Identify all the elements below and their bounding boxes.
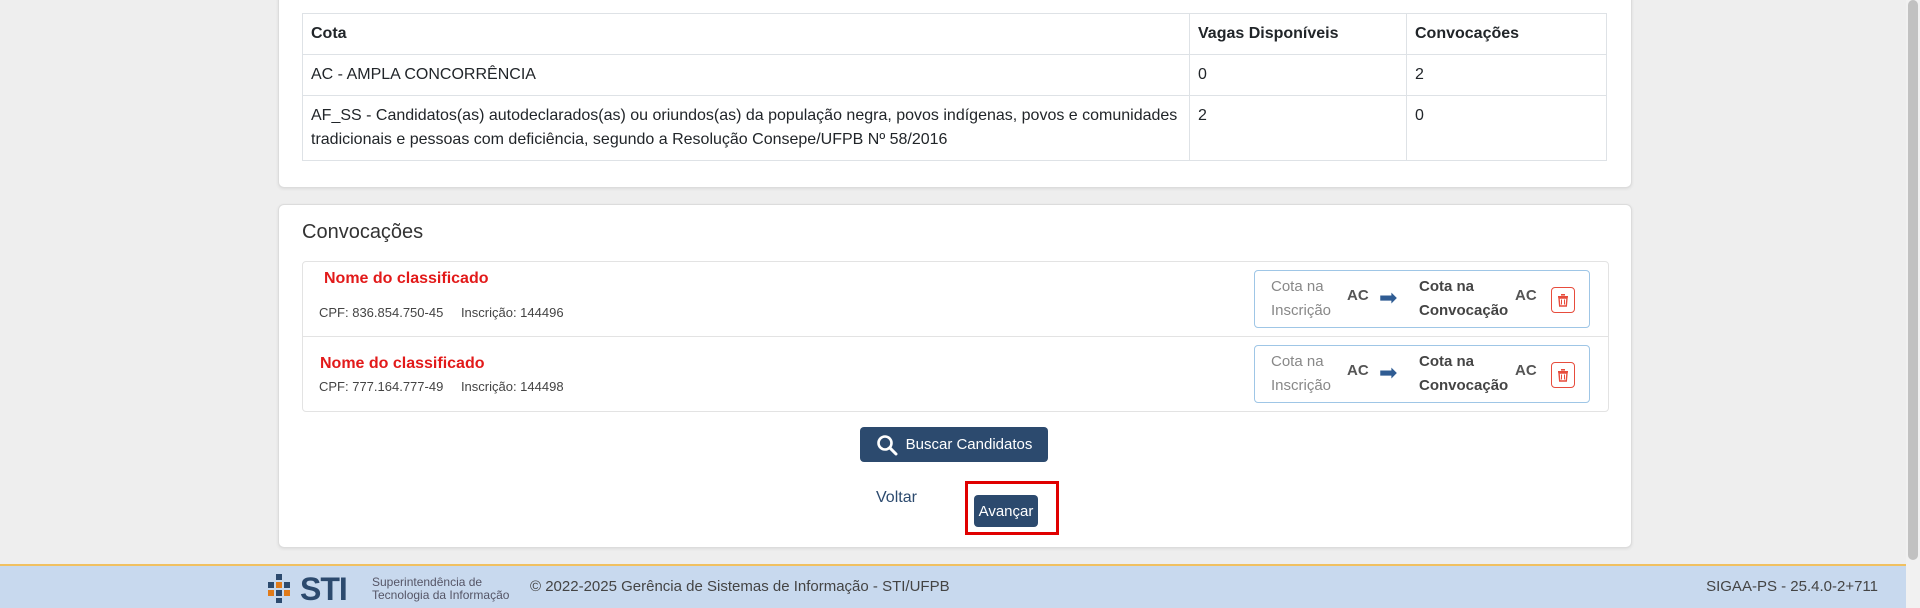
candidate-meta: CPF: 777.164.777-49 Inscrição: 144498 xyxy=(319,379,578,394)
section-title: Convocações xyxy=(302,221,424,243)
cell-convocacoes: 2 xyxy=(1406,54,1607,96)
sti-logo-icon xyxy=(268,574,290,603)
column-header-vagas: Vagas Disponíveis xyxy=(1189,13,1407,55)
cota-convocacao-value: AC xyxy=(1515,287,1537,304)
trash-icon xyxy=(1558,294,1568,307)
list-item: Nome do classificado CPF: 836.854.750-45… xyxy=(303,262,1608,337)
cota-inscricao-value: AC xyxy=(1347,287,1369,304)
logo-text: STI xyxy=(300,571,348,607)
cota-box: Cota na Inscrição AC ➡ Cota na Convocaçã… xyxy=(1254,345,1590,403)
candidate-meta: CPF: 836.854.750-45 Inscrição: 144496 xyxy=(319,305,578,320)
version-text: SIGAA-PS - 25.4.0-2+711 xyxy=(1706,578,1878,595)
inscricao: Inscrição: 144498 xyxy=(460,379,564,394)
column-header-cota: Cota xyxy=(302,13,1190,55)
table-row: AC - AMPLA CONCORRÊNCIA 0 2 xyxy=(302,54,1607,96)
candidate-name: Nome do classificado xyxy=(324,270,489,287)
inscricao: Inscrição: 144496 xyxy=(460,305,564,320)
cpf: CPF: 777.164.777-49 xyxy=(319,379,444,394)
table-header-row: Cota Vagas Disponíveis Convocações xyxy=(302,13,1607,55)
column-header-convocacoes: Convocações xyxy=(1406,13,1607,55)
back-link[interactable]: Voltar xyxy=(876,489,917,507)
cotas-card: Cota Vagas Disponíveis Convocações AC - … xyxy=(278,0,1632,188)
arrow-right-icon: ➡ xyxy=(1379,360,1398,385)
cota-inscricao-value: AC xyxy=(1347,362,1369,379)
next-button[interactable]: Avançar xyxy=(974,495,1038,527)
cota-inscricao-label: Cota na Inscrição xyxy=(1271,278,1332,319)
cell-cota: AC - AMPLA CONCORRÊNCIA xyxy=(302,54,1190,96)
cota-convocacao-label: Cota na Convocação xyxy=(1419,278,1509,319)
search-candidates-button[interactable]: Buscar Candidatos xyxy=(860,427,1048,462)
copyright-text: © 2022-2025 Gerência de Sistemas de Info… xyxy=(530,578,950,595)
cell-convocacoes: 0 xyxy=(1406,95,1607,161)
candidate-name: Nome do classificado xyxy=(320,355,485,372)
cota-inscricao-label: Cota na Inscrição xyxy=(1271,353,1332,394)
cell-vagas: 2 xyxy=(1189,95,1407,161)
cell-cota: AF_SS - Candidatos(as) autodeclarados(as… xyxy=(302,95,1190,161)
scrollbar[interactable] xyxy=(1906,0,1920,608)
footer: STI Superintendência de Tecnologia da In… xyxy=(0,564,1906,608)
cota-box: Cota na Inscrição AC ➡ Cota na Convocaçã… xyxy=(1254,270,1590,328)
cota-convocacao-value: AC xyxy=(1515,362,1537,379)
scrollbar-thumb[interactable] xyxy=(1908,0,1918,560)
delete-button[interactable] xyxy=(1551,287,1575,313)
cotas-table: Cota Vagas Disponíveis Convocações AC - … xyxy=(302,13,1607,161)
cell-vagas: 0 xyxy=(1189,54,1407,96)
trash-icon xyxy=(1558,369,1568,382)
arrow-right-icon: ➡ xyxy=(1379,285,1398,310)
table-row: AF_SS - Candidatos(as) autodeclarados(as… xyxy=(302,95,1607,161)
search-icon xyxy=(876,434,898,455)
sti-logo: STI Superintendência de Tecnologia da In… xyxy=(264,571,514,607)
cpf: CPF: 836.854.750-45 xyxy=(319,305,444,320)
list-item: Nome do classificado CPF: 777.164.777-49… xyxy=(303,337,1608,411)
logo-subtitle: Superintendência de Tecnologia da Inform… xyxy=(372,575,510,602)
highlight-box: Avançar xyxy=(965,481,1059,535)
convocacoes-list: Nome do classificado CPF: 836.854.750-45… xyxy=(302,261,1609,412)
search-button-label: Buscar Candidatos xyxy=(905,436,1033,453)
delete-button[interactable] xyxy=(1551,362,1575,388)
convocacoes-card: Convocações Nome do classificado CPF: 83… xyxy=(278,204,1632,548)
cota-convocacao-label: Cota na Convocação xyxy=(1419,353,1509,394)
